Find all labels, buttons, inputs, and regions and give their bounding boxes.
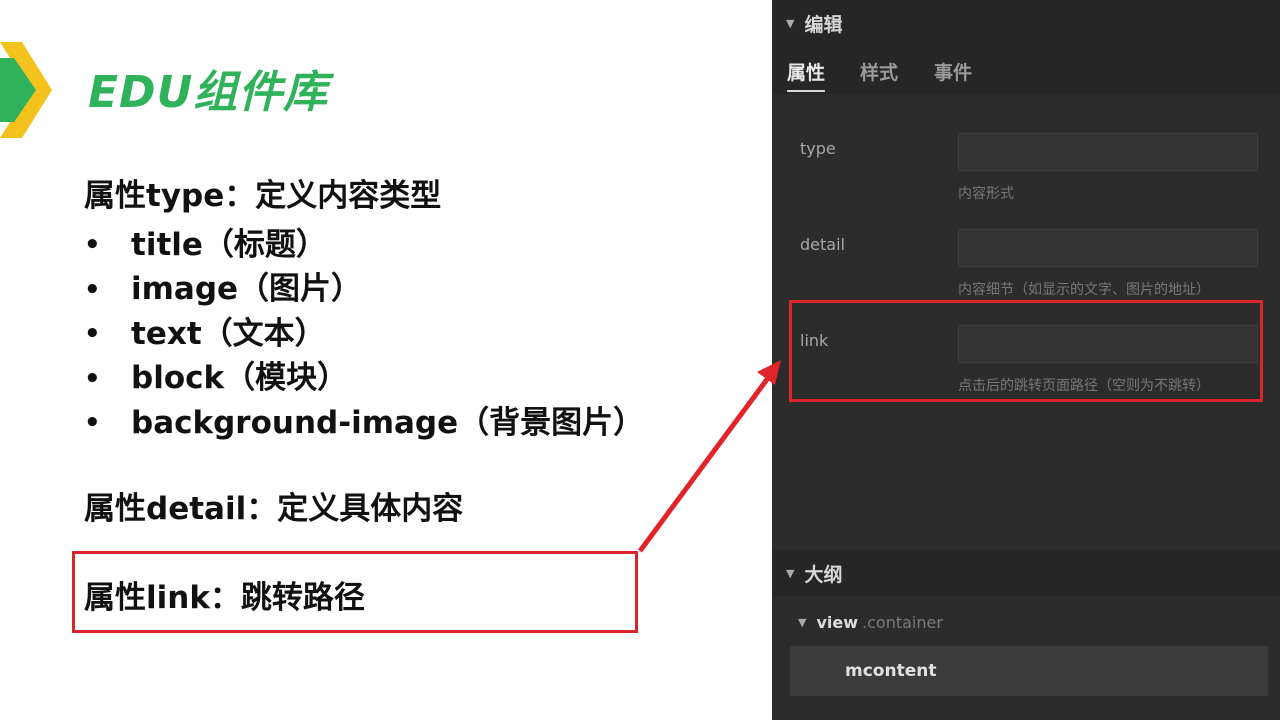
- type-value-text: block（模块）: [131, 360, 349, 397]
- outline-selected-node[interactable]: mcontent: [790, 646, 1268, 696]
- outline-root-class: .container: [862, 613, 943, 632]
- tab-bar: 属性 样式 事件: [772, 46, 1280, 94]
- detail-field-hint: 内容细节（如显示的文字、图片的地址）: [958, 282, 1210, 298]
- bullet-icon: •: [84, 274, 101, 305]
- link-field-hint: 点击后的跳转页面路径（空则为不跳转）: [958, 378, 1210, 394]
- type-field-input[interactable]: [958, 133, 1258, 171]
- bullet-icon: •: [84, 319, 101, 350]
- outline-root-tag: view: [816, 613, 859, 632]
- type-value-text: text（文本）: [131, 315, 326, 352]
- edit-section-title: 编辑: [804, 13, 843, 36]
- type-value-text: title（标题）: [131, 226, 327, 263]
- outline-section-header[interactable]: ▼ 大纲: [772, 550, 1280, 596]
- link-field-label: link: [800, 331, 829, 350]
- detail-property-heading: 属性detail：定义具体内容: [84, 491, 464, 527]
- type-value-text: background-image（背景图片）: [131, 404, 645, 441]
- type-value-text: image（图片）: [131, 271, 363, 308]
- type-property-heading: 属性type：定义内容类型: [84, 178, 442, 214]
- outline-root-node[interactable]: ▼ view .container: [798, 613, 943, 632]
- edit-section-header[interactable]: ▼ 编辑: [772, 0, 1280, 46]
- tab-attributes[interactable]: 属性: [787, 58, 826, 92]
- link-field-input[interactable]: [958, 325, 1258, 363]
- link-property-heading: 属性link：跳转路径: [84, 580, 365, 616]
- outline-section-title: 大纲: [804, 563, 843, 586]
- detail-field-input[interactable]: [958, 229, 1258, 267]
- tab-styles[interactable]: 样式: [860, 58, 898, 92]
- collapse-caret-icon[interactable]: ▼: [786, 17, 794, 30]
- slide-title: EDU组件库: [88, 67, 329, 118]
- detail-field-label: detail: [800, 235, 845, 254]
- editor-panel: ▼ 编辑 属性 样式 事件 type 内容形式 detail 内容细节（如显示的…: [772, 0, 1280, 720]
- outline-child-label: mcontent: [845, 661, 937, 681]
- expand-caret-icon[interactable]: ▼: [798, 616, 806, 629]
- tab-events[interactable]: 事件: [934, 58, 972, 92]
- collapse-caret-icon[interactable]: ▼: [786, 567, 794, 580]
- bullet-icon: •: [84, 363, 101, 394]
- bullet-icon: •: [84, 230, 101, 261]
- type-field-label: type: [800, 139, 836, 158]
- logo-chevron-icon: [0, 42, 52, 138]
- type-field-hint: 内容形式: [958, 186, 1014, 202]
- bullet-icon: •: [84, 408, 101, 439]
